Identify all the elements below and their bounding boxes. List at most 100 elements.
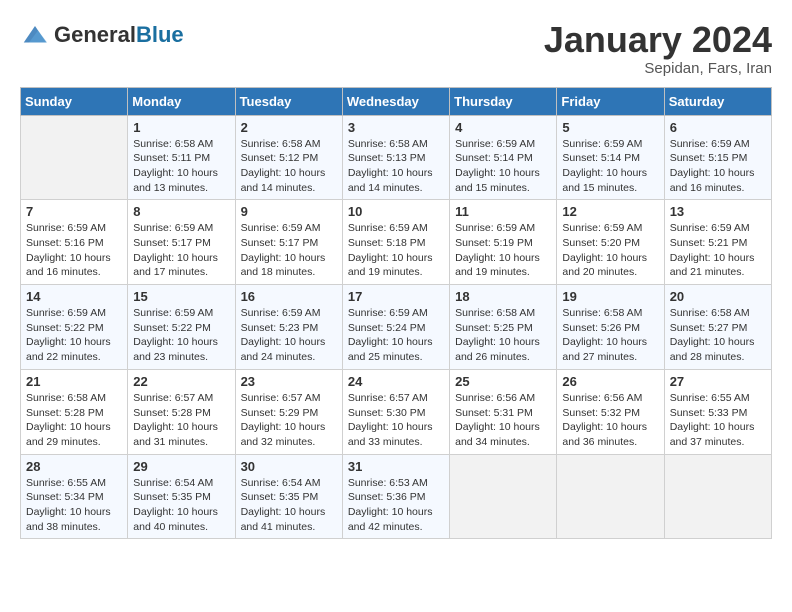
column-header-sunday: Sunday: [21, 87, 128, 115]
day-detail: Sunrise: 6:57 AMSunset: 5:29 PMDaylight:…: [241, 391, 337, 450]
day-number: 26: [562, 374, 658, 389]
day-detail: Sunrise: 6:58 AMSunset: 5:11 PMDaylight:…: [133, 137, 229, 196]
day-detail: Sunrise: 6:59 AMSunset: 5:23 PMDaylight:…: [241, 306, 337, 365]
day-detail: Sunrise: 6:59 AMSunset: 5:14 PMDaylight:…: [455, 137, 551, 196]
page-header: GeneralBlue January 2024 Sepidan, Fars, …: [20, 20, 772, 77]
day-detail: Sunrise: 6:55 AMSunset: 5:33 PMDaylight:…: [670, 391, 766, 450]
calendar-cell: 19 Sunrise: 6:58 AMSunset: 5:26 PMDayligh…: [557, 285, 664, 370]
day-number: 24: [348, 374, 444, 389]
calendar-header-row: SundayMondayTuesdayWednesdayThursdayFrid…: [21, 87, 772, 115]
calendar-cell: [450, 454, 557, 539]
calendar-cell: 7Sunrise: 6:59 AMSunset: 5:16 PMDaylight…: [21, 200, 128, 285]
day-number: 3: [348, 120, 444, 135]
calendar-cell: [21, 115, 128, 200]
day-number: 20: [670, 289, 766, 304]
calendar-cell: 27 Sunrise: 6:55 AMSunset: 5:33 PMDayligh…: [664, 369, 771, 454]
day-number: 28: [26, 459, 122, 474]
logo-icon: [20, 20, 50, 50]
calendar-cell: 13 Sunrise: 6:59 AMSunset: 5:21 PMDayligh…: [664, 200, 771, 285]
day-number: 22: [133, 374, 229, 389]
calendar-cell: 21 Sunrise: 6:58 AMSunset: 5:28 PMDayligh…: [21, 369, 128, 454]
day-number: 5: [562, 120, 658, 135]
calendar-cell: 3 Sunrise: 6:58 AMSunset: 5:13 PMDaylight…: [342, 115, 449, 200]
column-header-friday: Friday: [557, 87, 664, 115]
day-number: 17: [348, 289, 444, 304]
day-number: 25: [455, 374, 551, 389]
day-detail: Sunrise: 6:58 AMSunset: 5:13 PMDaylight:…: [348, 137, 444, 196]
day-number: 14: [26, 289, 122, 304]
day-detail: Sunrise: 6:58 AMSunset: 5:28 PMDaylight:…: [26, 391, 122, 450]
calendar-cell: 11 Sunrise: 6:59 AMSunset: 5:19 PMDayligh…: [450, 200, 557, 285]
calendar-cell: 29 Sunrise: 6:54 AMSunset: 5:35 PMDayligh…: [128, 454, 235, 539]
day-number: 27: [670, 374, 766, 389]
day-number: 11: [455, 204, 551, 219]
calendar-cell: 30 Sunrise: 6:54 AMSunset: 5:35 PMDayligh…: [235, 454, 342, 539]
day-detail: Sunrise: 6:59 AMSunset: 5:24 PMDaylight:…: [348, 306, 444, 365]
calendar-cell: 24 Sunrise: 6:57 AMSunset: 5:30 PMDayligh…: [342, 369, 449, 454]
day-number: 31: [348, 459, 444, 474]
day-detail: Sunrise: 6:59 AMSunset: 5:18 PMDaylight:…: [348, 221, 444, 280]
calendar-cell: 31 Sunrise: 6:53 AMSunset: 5:36 PMDayligh…: [342, 454, 449, 539]
calendar-cell: 8 Sunrise: 6:59 AMSunset: 5:17 PMDaylight…: [128, 200, 235, 285]
day-detail: Sunrise: 6:53 AMSunset: 5:36 PMDaylight:…: [348, 476, 444, 535]
day-number: 30: [241, 459, 337, 474]
calendar-week-row: 1 Sunrise: 6:58 AMSunset: 5:11 PMDaylight…: [21, 115, 772, 200]
calendar-week-row: 14 Sunrise: 6:59 AMSunset: 5:22 PMDayligh…: [21, 285, 772, 370]
day-detail: Sunrise: 6:59 AMSunset: 5:21 PMDaylight:…: [670, 221, 766, 280]
day-detail: Sunrise: 6:58 AMSunset: 5:27 PMDaylight:…: [670, 306, 766, 365]
day-detail: Sunrise: 6:59 AMSunset: 5:14 PMDaylight:…: [562, 137, 658, 196]
day-number: 4: [455, 120, 551, 135]
day-detail: Sunrise: 6:59 AMSunset: 5:22 PMDaylight:…: [133, 306, 229, 365]
day-number: 19: [562, 289, 658, 304]
calendar-cell: 26 Sunrise: 6:56 AMSunset: 5:32 PMDayligh…: [557, 369, 664, 454]
day-detail: Sunrise: 6:59 AMSunset: 5:22 PMDaylight:…: [26, 306, 122, 365]
calendar-cell: 9 Sunrise: 6:59 AMSunset: 5:17 PMDaylight…: [235, 200, 342, 285]
day-detail: Sunrise: 6:59 AMSunset: 5:17 PMDaylight:…: [241, 221, 337, 280]
calendar-cell: 20 Sunrise: 6:58 AMSunset: 5:27 PMDayligh…: [664, 285, 771, 370]
calendar-cell: 2 Sunrise: 6:58 AMSunset: 5:12 PMDaylight…: [235, 115, 342, 200]
day-detail: Sunrise: 6:56 AMSunset: 5:32 PMDaylight:…: [562, 391, 658, 450]
day-detail: Sunrise: 6:59 AMSunset: 5:19 PMDaylight:…: [455, 221, 551, 280]
calendar-week-row: 21 Sunrise: 6:58 AMSunset: 5:28 PMDayligh…: [21, 369, 772, 454]
day-detail: Sunrise: 6:58 AMSunset: 5:25 PMDaylight:…: [455, 306, 551, 365]
day-detail: Sunrise: 6:59 AMSunset: 5:17 PMDaylight:…: [133, 221, 229, 280]
calendar-cell: 18Sunrise: 6:58 AMSunset: 5:25 PMDayligh…: [450, 285, 557, 370]
day-number: 29: [133, 459, 229, 474]
day-detail: Sunrise: 6:59 AMSunset: 5:20 PMDaylight:…: [562, 221, 658, 280]
column-header-tuesday: Tuesday: [235, 87, 342, 115]
calendar-table: SundayMondayTuesdayWednesdayThursdayFrid…: [20, 87, 772, 540]
day-number: 21: [26, 374, 122, 389]
column-header-wednesday: Wednesday: [342, 87, 449, 115]
calendar-cell: [557, 454, 664, 539]
day-detail: Sunrise: 6:57 AMSunset: 5:30 PMDaylight:…: [348, 391, 444, 450]
day-detail: Sunrise: 6:54 AMSunset: 5:35 PMDaylight:…: [133, 476, 229, 535]
calendar-cell: 25 Sunrise: 6:56 AMSunset: 5:31 PMDayligh…: [450, 369, 557, 454]
calendar-cell: 16 Sunrise: 6:59 AMSunset: 5:23 PMDayligh…: [235, 285, 342, 370]
logo: GeneralBlue: [20, 20, 184, 50]
day-detail: Sunrise: 6:54 AMSunset: 5:35 PMDaylight:…: [241, 476, 337, 535]
subtitle: Sepidan, Fars, Iran: [544, 60, 772, 77]
day-number: 1: [133, 120, 229, 135]
day-number: 9: [241, 204, 337, 219]
day-detail: Sunrise: 6:58 AMSunset: 5:12 PMDaylight:…: [241, 137, 337, 196]
calendar-cell: 6Sunrise: 6:59 AMSunset: 5:15 PMDaylight…: [664, 115, 771, 200]
calendar-cell: 4 Sunrise: 6:59 AMSunset: 5:14 PMDaylight…: [450, 115, 557, 200]
day-detail: Sunrise: 6:58 AMSunset: 5:26 PMDaylight:…: [562, 306, 658, 365]
column-header-monday: Monday: [128, 87, 235, 115]
day-detail: Sunrise: 6:56 AMSunset: 5:31 PMDaylight:…: [455, 391, 551, 450]
day-number: 10: [348, 204, 444, 219]
calendar-week-row: 28Sunrise: 6:55 AMSunset: 5:34 PMDayligh…: [21, 454, 772, 539]
calendar-cell: 10 Sunrise: 6:59 AMSunset: 5:18 PMDayligh…: [342, 200, 449, 285]
day-number: 8: [133, 204, 229, 219]
calendar-cell: 22 Sunrise: 6:57 AMSunset: 5:28 PMDayligh…: [128, 369, 235, 454]
column-header-thursday: Thursday: [450, 87, 557, 115]
day-number: 16: [241, 289, 337, 304]
calendar-cell: 12Sunrise: 6:59 AMSunset: 5:20 PMDayligh…: [557, 200, 664, 285]
day-number: 2: [241, 120, 337, 135]
day-detail: Sunrise: 6:57 AMSunset: 5:28 PMDaylight:…: [133, 391, 229, 450]
day-number: 6: [670, 120, 766, 135]
calendar-cell: 17 Sunrise: 6:59 AMSunset: 5:24 PMDayligh…: [342, 285, 449, 370]
calendar-cell: 28Sunrise: 6:55 AMSunset: 5:34 PMDayligh…: [21, 454, 128, 539]
calendar-cell: 15Sunrise: 6:59 AMSunset: 5:22 PMDayligh…: [128, 285, 235, 370]
day-number: 13: [670, 204, 766, 219]
